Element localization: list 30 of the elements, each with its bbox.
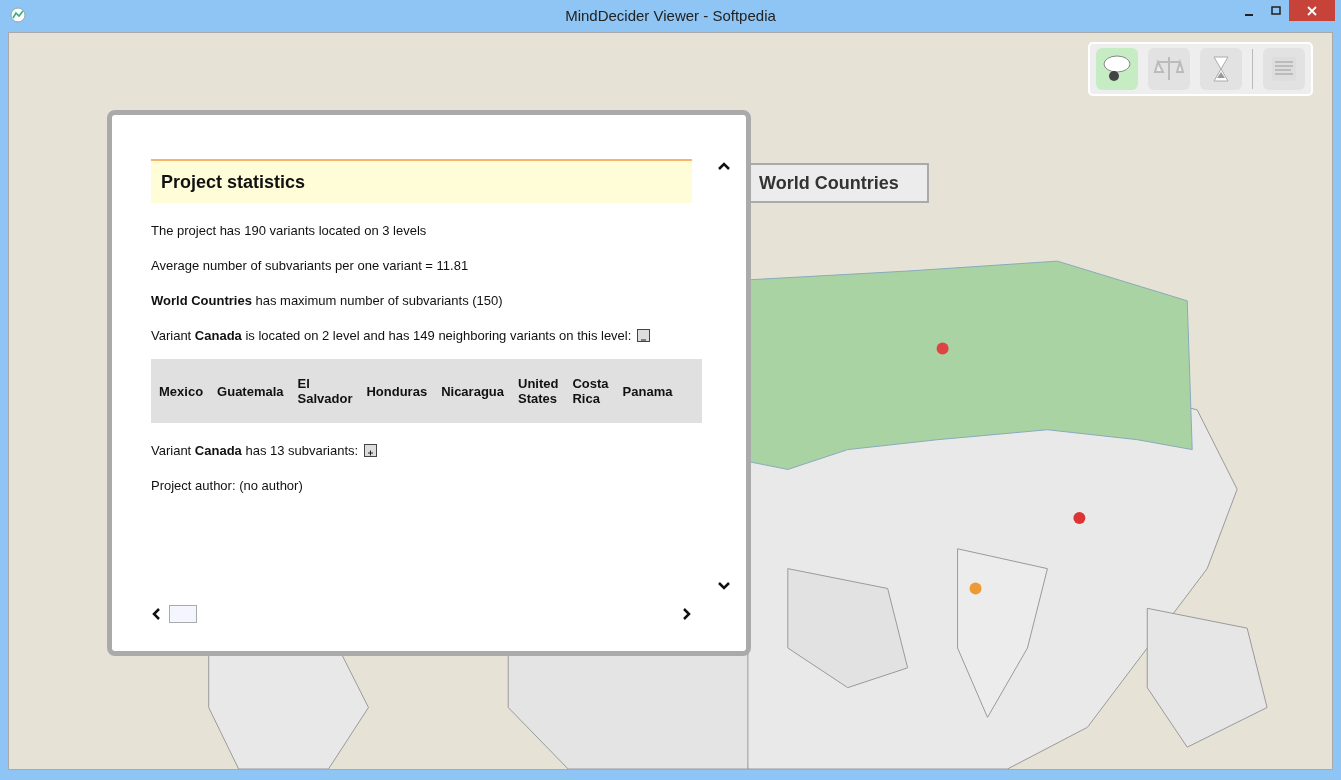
app-icon [10,7,26,23]
next-icon[interactable] [682,607,692,621]
ideas-view-button[interactable] [1096,48,1138,90]
statistics-text: The project has 190 variants located on 3 levels [151,223,427,238]
neighbor-cell: Mexico [159,383,204,399]
neighbor-cell: El Salvador [297,376,353,406]
panel-heading: Project statistics [151,159,692,203]
collapse-button[interactable] [637,329,651,342]
window-title: MindDecider Viewer - Softpedia [564,6,777,24]
statistics-text: Variant Canada is located on 2 level and has 149 neighboring variants on this level: [151,328,632,343]
close-button[interactable] [1289,0,1335,21]
neighbor-cell: Guatemala [217,383,284,399]
close-icon [1306,4,1318,17]
neighbor-cell: Costa Rica [572,376,609,406]
statistics-text: Variant Canada has 13 subvariants: [151,443,359,458]
neighbor-cell: Panama [622,383,673,399]
neighbor-cell: United States [518,376,559,406]
statistics-text: Project author: (no author) [151,478,303,493]
statistics-text: World Countries has maximum number of subvariants (150) [151,293,503,308]
neighbor-cell: Honduras [366,383,428,399]
expand-button[interactable] [364,444,378,457]
neighbor-cell: Nicaragua [441,383,504,399]
scroll-up-icon[interactable] [717,161,731,171]
scroll-down-icon[interactable] [717,581,731,591]
maximize-icon [1270,5,1281,16]
plus-icon [367,449,375,456]
minimize-icon [1244,13,1253,16]
statistics-text: Average number of subvariants per one variant = 11.81 [151,258,469,273]
previous-icon[interactable] [151,607,161,621]
page-field[interactable] [169,605,197,623]
